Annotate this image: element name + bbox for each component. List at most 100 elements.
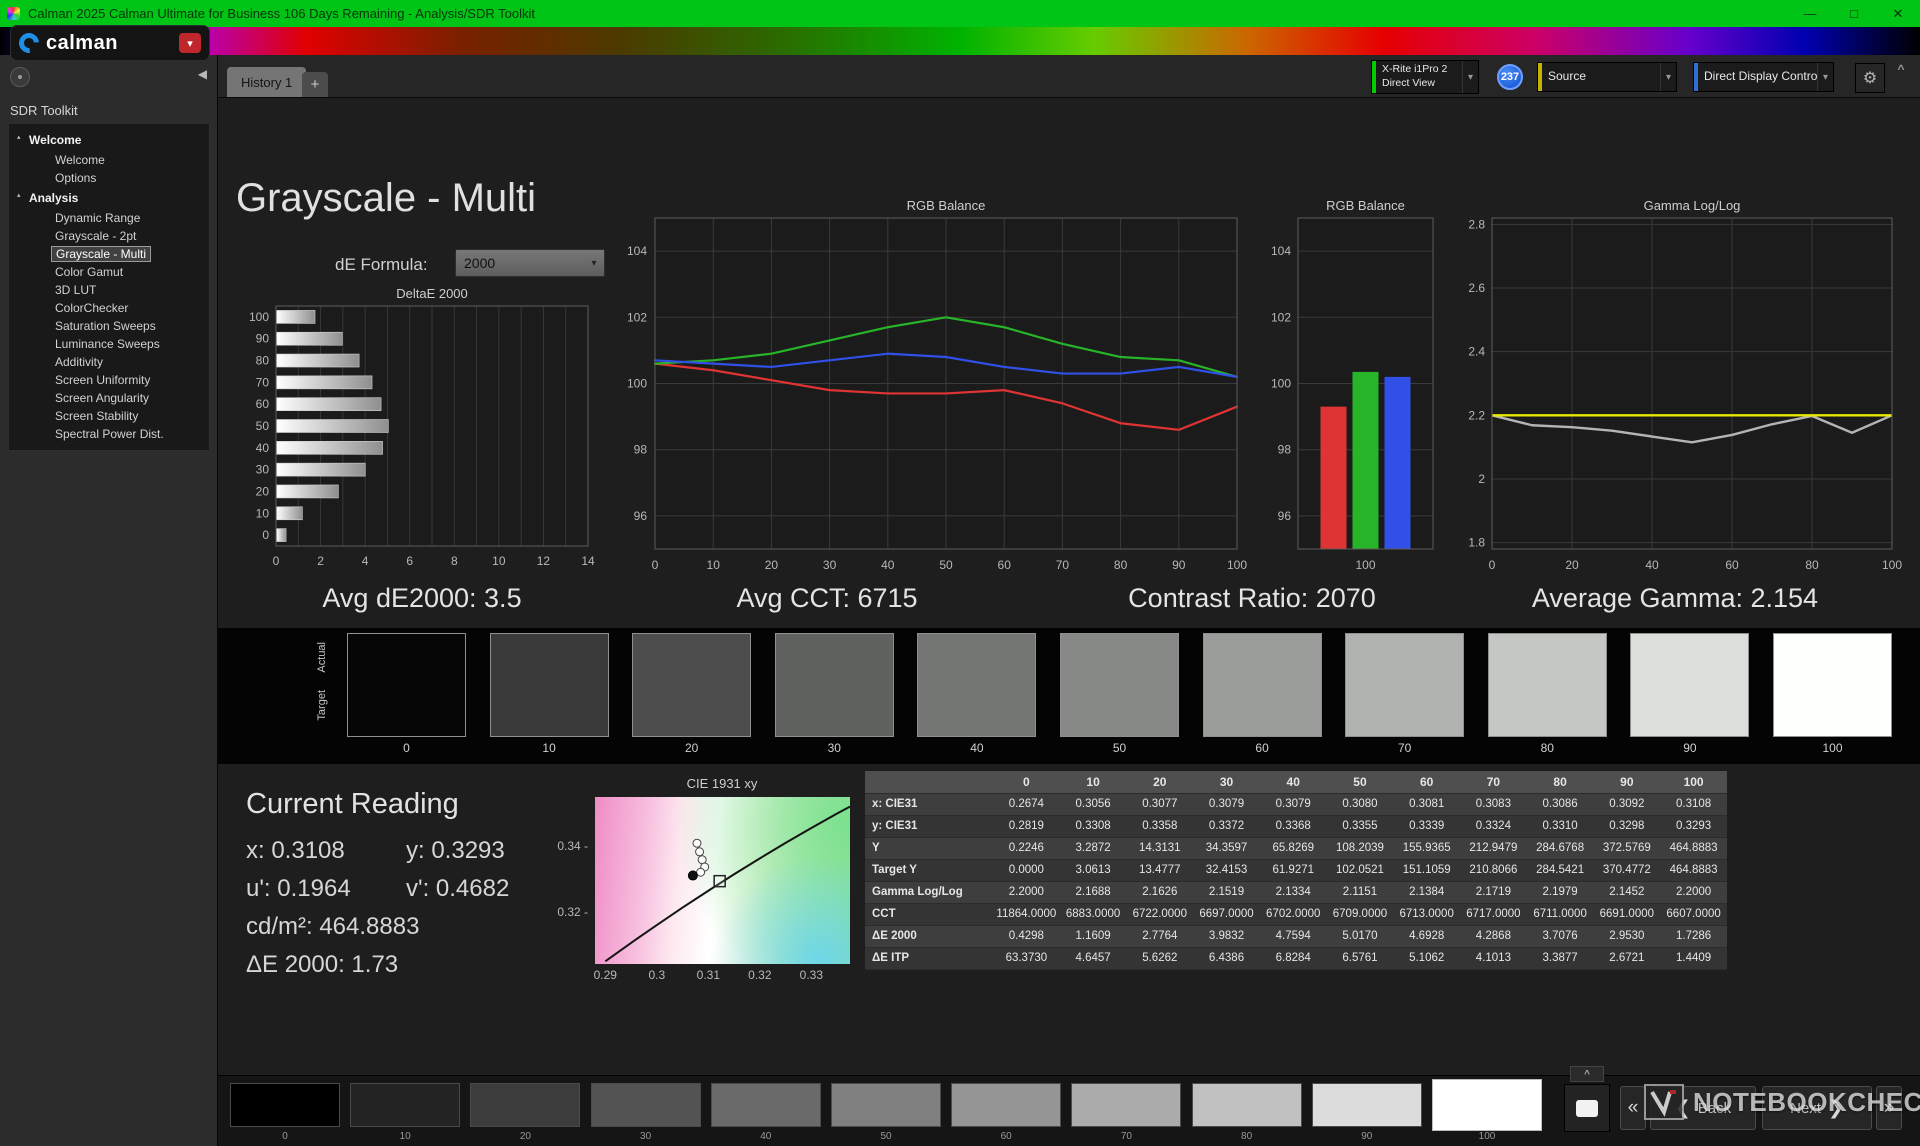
table-cell: 13.4777 [1126,859,1193,881]
next-button[interactable]: Next ❯ [1762,1086,1872,1130]
gray-swatch-label: 100 [1773,741,1892,755]
table-cell: 2.1334 [1260,881,1327,903]
collapse-toolbar-button[interactable]: ^ [1890,61,1912,77]
workflow-tree: ▴WelcomeWelcomeOptions▴AnalysisDynamic R… [8,123,210,451]
table-cell: 284.5421 [1527,859,1594,881]
table-cell: 0.2819 [993,815,1060,837]
gray-swatch-label: 60 [1203,741,1322,755]
deltae-chart: 100908070605040302010002468101214DeltaE … [225,286,605,583]
pattern-patch-30[interactable] [591,1083,701,1127]
axis-label: 20 [1565,558,1579,572]
maximize-button[interactable]: □ [1832,0,1876,27]
back-button[interactable]: ❮ Back [1650,1086,1756,1130]
axis-label: 10 [492,554,506,568]
axis-label: 70 [1056,558,1070,572]
axis-label: 90 [1172,558,1186,572]
back-label: Back [1698,1100,1731,1117]
de-formula-label: dE Formula: [335,255,428,275]
table-cell: 370.4772 [1593,859,1660,881]
window-controls: — □ ✕ [1788,0,1920,27]
meter-selector[interactable]: X-Rite i1Pro 2 Direct View ▾ [1371,60,1479,94]
gray-swatch-10 [490,633,609,737]
pattern-patch-label: 80 [1192,1131,1302,1142]
sidebar-item-spectral-power-dist[interactable]: Spectral Power Dist. [9,425,209,443]
table-row: Gamma Log/Log2.20002.16882.16262.15192.1… [865,881,1727,903]
table-row: CCT11864.00006883.00006722.00006697.0000… [865,903,1727,925]
sidebar-item-welcome[interactable]: Welcome [9,151,209,169]
last-page-button[interactable]: » [1876,1086,1902,1130]
deltae-bar [277,398,382,411]
pattern-window-button[interactable] [1564,1084,1610,1132]
cie-x-tick-label: 0.31 [688,968,728,982]
pattern-patch-10[interactable] [350,1083,460,1127]
tab-history-1[interactable]: History 1 [227,67,306,97]
de-formula-select[interactable]: 2000 ▾ [455,249,605,277]
next-label: Next [1790,1100,1821,1117]
gray-swatch-90 [1630,633,1749,737]
pattern-patch-0[interactable] [230,1083,340,1127]
source-selector[interactable]: Source ▾ [1537,62,1677,92]
collapse-sidebar-button[interactable]: ◀ [198,67,207,81]
settings-gear-button[interactable]: ⚙ [1855,63,1885,93]
pattern-patch-90[interactable] [1312,1083,1422,1127]
table-cell: 3.7076 [1527,925,1594,947]
sidebar-item-screen-stability[interactable]: Screen Stability [9,407,209,425]
table-column-header: 30 [1193,771,1260,793]
pattern-patch-40[interactable] [711,1083,821,1127]
logo-menu-button[interactable]: ▾ [179,33,201,53]
reading-value: cd/m²: 464.8883 [246,913,419,941]
pattern-patch-50[interactable] [831,1083,941,1127]
table-row: Target Y0.00003.061313.477732.415361.927… [865,859,1727,881]
axis-label: 98 [1278,443,1292,457]
current-reading-values: x: 0.3108y: 0.3293u': 0.1964v': 0.4682cd… [246,837,596,979]
sidebar-item-screen-angularity[interactable]: Screen Angularity [9,389,209,407]
sidebar-item-label: Grayscale - 2pt [51,229,140,243]
display-control-selector[interactable]: Direct Display Control ▾ [1693,62,1834,92]
axis-label: DeltaE 2000 [396,286,468,301]
pattern-patch-80[interactable] [1192,1083,1302,1127]
sidebar-title: SDR Toolkit [10,103,78,118]
gray-swatch-40 [917,633,1036,737]
sidebar-item-saturation-sweeps[interactable]: Saturation Sweeps [9,317,209,335]
pattern-patch-70[interactable] [1071,1083,1181,1127]
sidebar-item-screen-uniformity[interactable]: Screen Uniformity [9,371,209,389]
sidebar-item-label: 3D LUT [51,283,100,297]
gray-swatch-label: 70 [1345,741,1464,755]
sidebar-item-luminance-sweeps[interactable]: Luminance Sweeps [9,335,209,353]
axis-label: 80 [1114,558,1128,572]
workflow-home-button[interactable] [10,67,30,87]
close-button[interactable]: ✕ [1876,0,1920,27]
sidebar-item-grayscale-2pt[interactable]: Grayscale - 2pt [9,227,209,245]
sidebar-item-grayscale-multi[interactable]: Grayscale - Multi [9,245,209,263]
calman-logo[interactable]: calman ▾ [10,25,210,61]
table-cell: 2.1719 [1460,881,1527,903]
tree-group-analysis[interactable]: ▴Analysis [9,187,209,209]
sidebar-item-options[interactable]: Options [9,169,209,187]
deltae-bar [277,420,389,433]
add-tab-button[interactable]: + [302,72,328,97]
gray-swatch-60 [1203,633,1322,737]
pattern-bar-collapse-button[interactable]: ^ [1570,1066,1604,1082]
sidebar-item-color-gamut[interactable]: Color Gamut [9,263,209,281]
pattern-patch-60[interactable] [951,1083,1061,1127]
sidebar-item-dynamic-range[interactable]: Dynamic Range [9,209,209,227]
current-reading-title: Current Reading [246,788,596,821]
pattern-patch-100[interactable] [1432,1079,1542,1131]
table-cell: 4.6457 [1060,947,1127,969]
pattern-patch-label: 90 [1312,1131,1422,1142]
tree-group-welcome[interactable]: ▴Welcome [9,129,209,151]
table-cell: 0.4298 [993,925,1060,947]
sidebar-item-additivity[interactable]: Additivity [9,353,209,371]
table-cell: 3.9832 [1193,925,1260,947]
sidebar-item-3d-lut[interactable]: 3D LUT [9,281,209,299]
table-row-label: CCT [865,903,993,925]
pattern-patch-20[interactable] [470,1083,580,1127]
sidebar-item-colorchecker[interactable]: ColorChecker [9,299,209,317]
first-page-button[interactable]: « [1620,1086,1646,1130]
calman-c-icon [15,29,43,57]
table-row: x: CIE310.26740.30560.30770.30790.30790.… [865,793,1727,815]
table-row-label: Target Y [865,859,993,881]
axis-label: 40 [1645,558,1659,572]
minimize-button[interactable]: — [1788,0,1832,27]
deltae-bar [277,485,339,498]
